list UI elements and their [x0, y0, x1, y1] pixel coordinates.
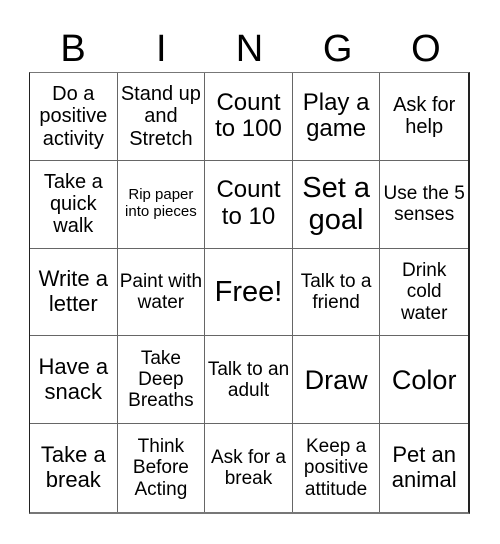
bingo-header: B I N G O [29, 26, 470, 72]
header-letter-i: I [156, 28, 167, 70]
bingo-cell[interactable]: Keep a positive attitude [293, 424, 381, 512]
bingo-cell[interactable]: Take a quick walk [30, 160, 118, 249]
bingo-cell[interactable]: Rip paper into pieces [117, 160, 206, 249]
bingo-cell[interactable]: Use the 5 senses [380, 161, 468, 249]
bingo-cell[interactable]: Ask for help [380, 73, 468, 161]
header-letter-g: G [322, 28, 353, 70]
bingo-cell[interactable]: Take Deep Breaths [117, 336, 206, 425]
bingo-cell[interactable]: Write a letter [30, 248, 118, 337]
bingo-cell[interactable]: Count to 100 [205, 73, 293, 161]
bingo-cell[interactable]: Have a snack [30, 336, 118, 425]
bingo-cell[interactable]: Paint with water [117, 248, 206, 337]
bingo-cell[interactable]: Set a goal [292, 160, 381, 249]
bingo-cell[interactable]: Talk to an adult [205, 336, 293, 425]
bingo-cell[interactable]: Do a positive activity [30, 73, 118, 161]
bingo-cell[interactable]: Count to 10 [205, 160, 293, 249]
bingo-cell[interactable]: Take a break [30, 424, 118, 512]
header-letter-b: B [60, 28, 86, 70]
bingo-cell[interactable]: Think Before Acting [118, 424, 206, 512]
bingo-cell[interactable]: Pet an animal [380, 424, 468, 512]
bingo-cell[interactable]: Drink cold water [380, 249, 468, 337]
bingo-cell[interactable]: Talk to a friend [292, 248, 381, 337]
bingo-cell[interactable]: Play a game [292, 73, 381, 161]
bingo-cell[interactable]: Draw [292, 336, 381, 425]
header-letter-o: O [411, 28, 441, 70]
bingo-cell[interactable]: Color [380, 336, 468, 425]
bingo-cell[interactable]: Stand up and Stretch [117, 73, 206, 161]
bingo-grid: Do a positive activity Stand up and Stre… [29, 72, 470, 514]
header-letter-n: N [235, 28, 264, 70]
bingo-cell-free[interactable]: Free! [205, 248, 293, 337]
bingo-cell[interactable]: Ask for a break [205, 424, 293, 512]
